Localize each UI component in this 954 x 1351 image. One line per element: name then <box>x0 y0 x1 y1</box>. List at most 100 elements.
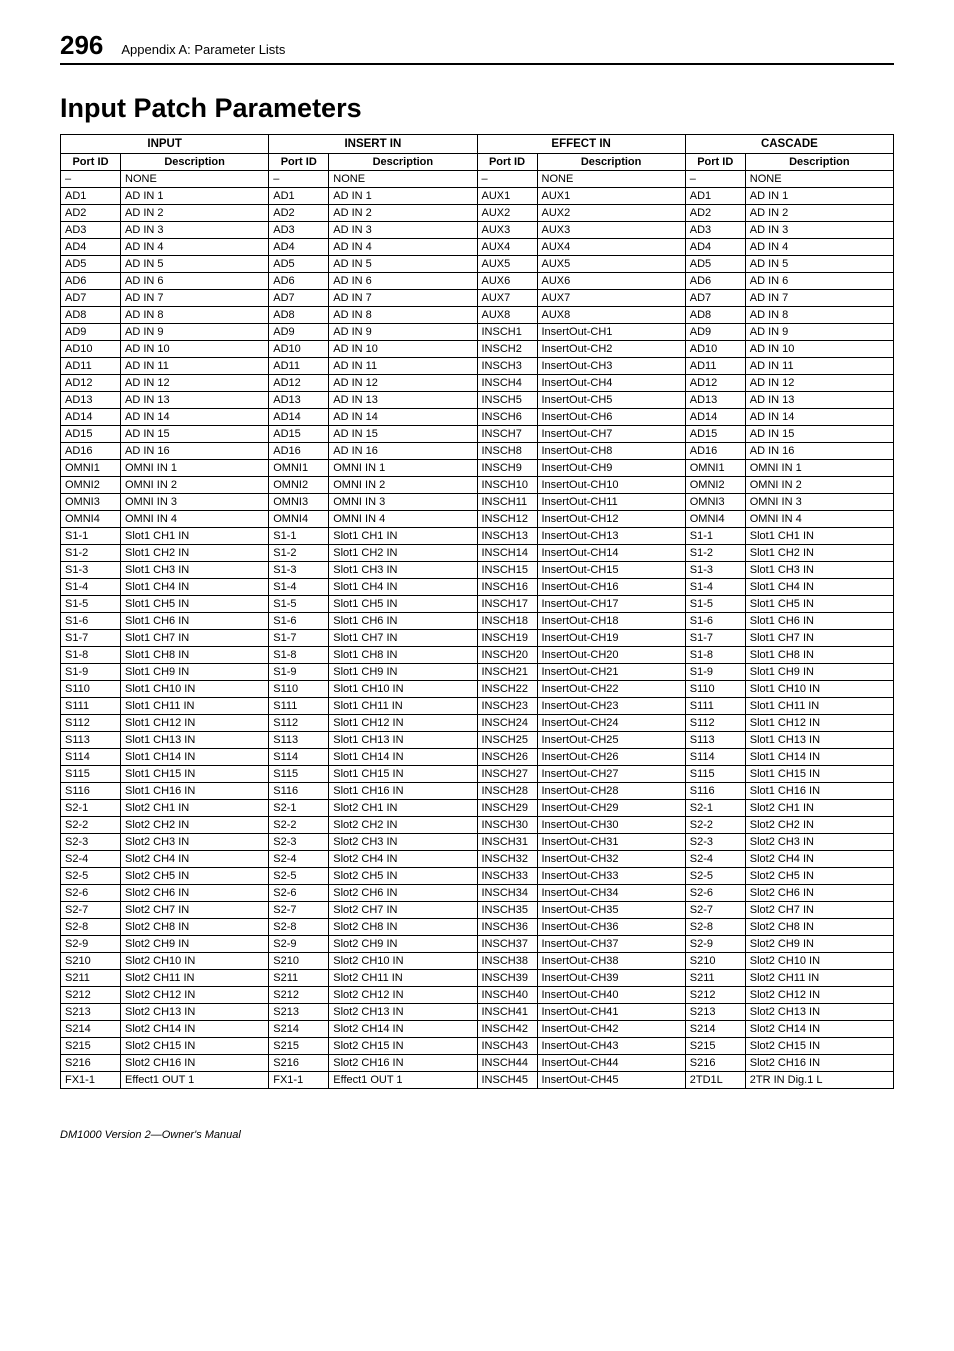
table-cell: AD12 <box>269 375 329 392</box>
table-cell: AD IN 12 <box>329 375 477 392</box>
table-cell: AD15 <box>685 426 745 443</box>
table-cell: S111 <box>269 698 329 715</box>
table-cell: Slot2 CH5 IN <box>121 868 269 885</box>
table-cell: InsertOut-CH22 <box>537 681 685 698</box>
appendix-title: Appendix A: Parameter Lists <box>121 42 285 57</box>
table-cell: S2-5 <box>61 868 121 885</box>
table-cell: OMNI IN 3 <box>745 494 893 511</box>
table-cell: S2-1 <box>685 800 745 817</box>
table-cell: AD IN 7 <box>745 290 893 307</box>
table-cell: S214 <box>269 1021 329 1038</box>
table-cell: AD IN 7 <box>329 290 477 307</box>
table-cell: Slot1 CH7 IN <box>329 630 477 647</box>
table-cell: Slot2 CH5 IN <box>745 868 893 885</box>
table-cell: InsertOut-CH39 <box>537 970 685 987</box>
table-cell: Slot1 CH6 IN <box>121 613 269 630</box>
table-cell: S111 <box>685 698 745 715</box>
table-cell: InsertOut-CH16 <box>537 579 685 596</box>
table-row: S1-1Slot1 CH1 INS1-1Slot1 CH1 ININSCH13I… <box>61 528 894 545</box>
table-cell: InsertOut-CH15 <box>537 562 685 579</box>
table-cell: AD12 <box>685 375 745 392</box>
table-cell: Slot1 CH11 IN <box>121 698 269 715</box>
table-cell: INSCH32 <box>477 851 537 868</box>
table-row: AD10AD IN 10AD10AD IN 10INSCH2InsertOut-… <box>61 341 894 358</box>
table-row: AD14AD IN 14AD14AD IN 14INSCH6InsertOut-… <box>61 409 894 426</box>
table-cell: S1-1 <box>685 528 745 545</box>
table-cell: NONE <box>121 171 269 188</box>
table-cell: S211 <box>685 970 745 987</box>
table-row: AD12AD IN 12AD12AD IN 12INSCH4InsertOut-… <box>61 375 894 392</box>
table-cell: S1-7 <box>269 630 329 647</box>
table-cell: Slot2 CH1 IN <box>329 800 477 817</box>
table-row: S216Slot2 CH16 INS216Slot2 CH16 ININSCH4… <box>61 1055 894 1072</box>
table-cell: Slot2 CH5 IN <box>329 868 477 885</box>
table-cell: InsertOut-CH33 <box>537 868 685 885</box>
table-cell: OMNI IN 4 <box>329 511 477 528</box>
table-cell: Slot2 CH11 IN <box>745 970 893 987</box>
table-cell: S210 <box>61 953 121 970</box>
table-cell: S2-4 <box>685 851 745 868</box>
table-cell: AD6 <box>269 273 329 290</box>
table-cell: AD8 <box>685 307 745 324</box>
table-cell: INSCH30 <box>477 817 537 834</box>
table-cell: AD6 <box>685 273 745 290</box>
table-cell: S1-6 <box>61 613 121 630</box>
table-row: S113Slot1 CH13 INS113Slot1 CH13 ININSCH2… <box>61 732 894 749</box>
table-cell: AUX4 <box>537 239 685 256</box>
table-row: FX1-1Effect1 OUT 1FX1-1Effect1 OUT 1INSC… <box>61 1072 894 1089</box>
table-cell: S210 <box>269 953 329 970</box>
table-cell: AD IN 2 <box>121 205 269 222</box>
table-cell: AD IN 9 <box>329 324 477 341</box>
table-cell: AD6 <box>61 273 121 290</box>
table-cell: InsertOut-CH13 <box>537 528 685 545</box>
table-cell: Slot1 CH5 IN <box>329 596 477 613</box>
table-cell: S2-2 <box>685 817 745 834</box>
table-cell: AD3 <box>685 222 745 239</box>
table-cell: Slot2 CH3 IN <box>329 834 477 851</box>
table-cell: Slot2 CH1 IN <box>121 800 269 817</box>
table-cell: S110 <box>61 681 121 698</box>
table-cell: S210 <box>685 953 745 970</box>
table-cell: Slot1 CH14 IN <box>121 749 269 766</box>
table-cell: Slot1 CH2 IN <box>745 545 893 562</box>
table-cell: AUX8 <box>537 307 685 324</box>
table-cell: Slot1 CH16 IN <box>329 783 477 800</box>
subheader-cell: Port ID <box>477 154 537 171</box>
table-cell: Slot1 CH3 IN <box>121 562 269 579</box>
table-cell: AD IN 12 <box>121 375 269 392</box>
group-header-input: INPUT <box>61 135 269 154</box>
group-header-insert-in: INSERT IN <box>269 135 477 154</box>
table-cell: INSCH10 <box>477 477 537 494</box>
table-cell: – <box>269 171 329 188</box>
table-cell: S212 <box>269 987 329 1004</box>
table-cell: S213 <box>685 1004 745 1021</box>
table-cell: AUX1 <box>477 188 537 205</box>
table-row: OMNI2OMNI IN 2OMNI2OMNI IN 2INSCH10Inser… <box>61 477 894 494</box>
table-cell: S113 <box>269 732 329 749</box>
table-row: S1-9Slot1 CH9 INS1-9Slot1 CH9 ININSCH21I… <box>61 664 894 681</box>
table-cell: AD4 <box>269 239 329 256</box>
table-cell: NONE <box>537 171 685 188</box>
table-cell: NONE <box>329 171 477 188</box>
table-cell: OMNI IN 2 <box>121 477 269 494</box>
table-cell: Slot1 CH1 IN <box>121 528 269 545</box>
table-cell: S115 <box>61 766 121 783</box>
table-cell: S1-9 <box>61 664 121 681</box>
table-cell: AD IN 3 <box>745 222 893 239</box>
table-cell: Slot2 CH10 IN <box>121 953 269 970</box>
table-row: S1-2Slot1 CH2 INS1-2Slot1 CH2 ININSCH14I… <box>61 545 894 562</box>
table-cell: InsertOut-CH9 <box>537 460 685 477</box>
table-cell: Slot1 CH12 IN <box>745 715 893 732</box>
table-cell: AD IN 9 <box>121 324 269 341</box>
table-cell: Slot1 CH15 IN <box>121 766 269 783</box>
table-row: S1-4Slot1 CH4 INS1-4Slot1 CH4 ININSCH16I… <box>61 579 894 596</box>
table-cell: S1-3 <box>269 562 329 579</box>
table-cell: FX1-1 <box>61 1072 121 1089</box>
table-cell: AD1 <box>61 188 121 205</box>
table-cell: S2-3 <box>685 834 745 851</box>
table-cell: INSCH42 <box>477 1021 537 1038</box>
table-cell: AD15 <box>61 426 121 443</box>
table-row: S210Slot2 CH10 INS210Slot2 CH10 ININSCH3… <box>61 953 894 970</box>
table-cell: InsertOut-CH26 <box>537 749 685 766</box>
table-cell: INSCH35 <box>477 902 537 919</box>
